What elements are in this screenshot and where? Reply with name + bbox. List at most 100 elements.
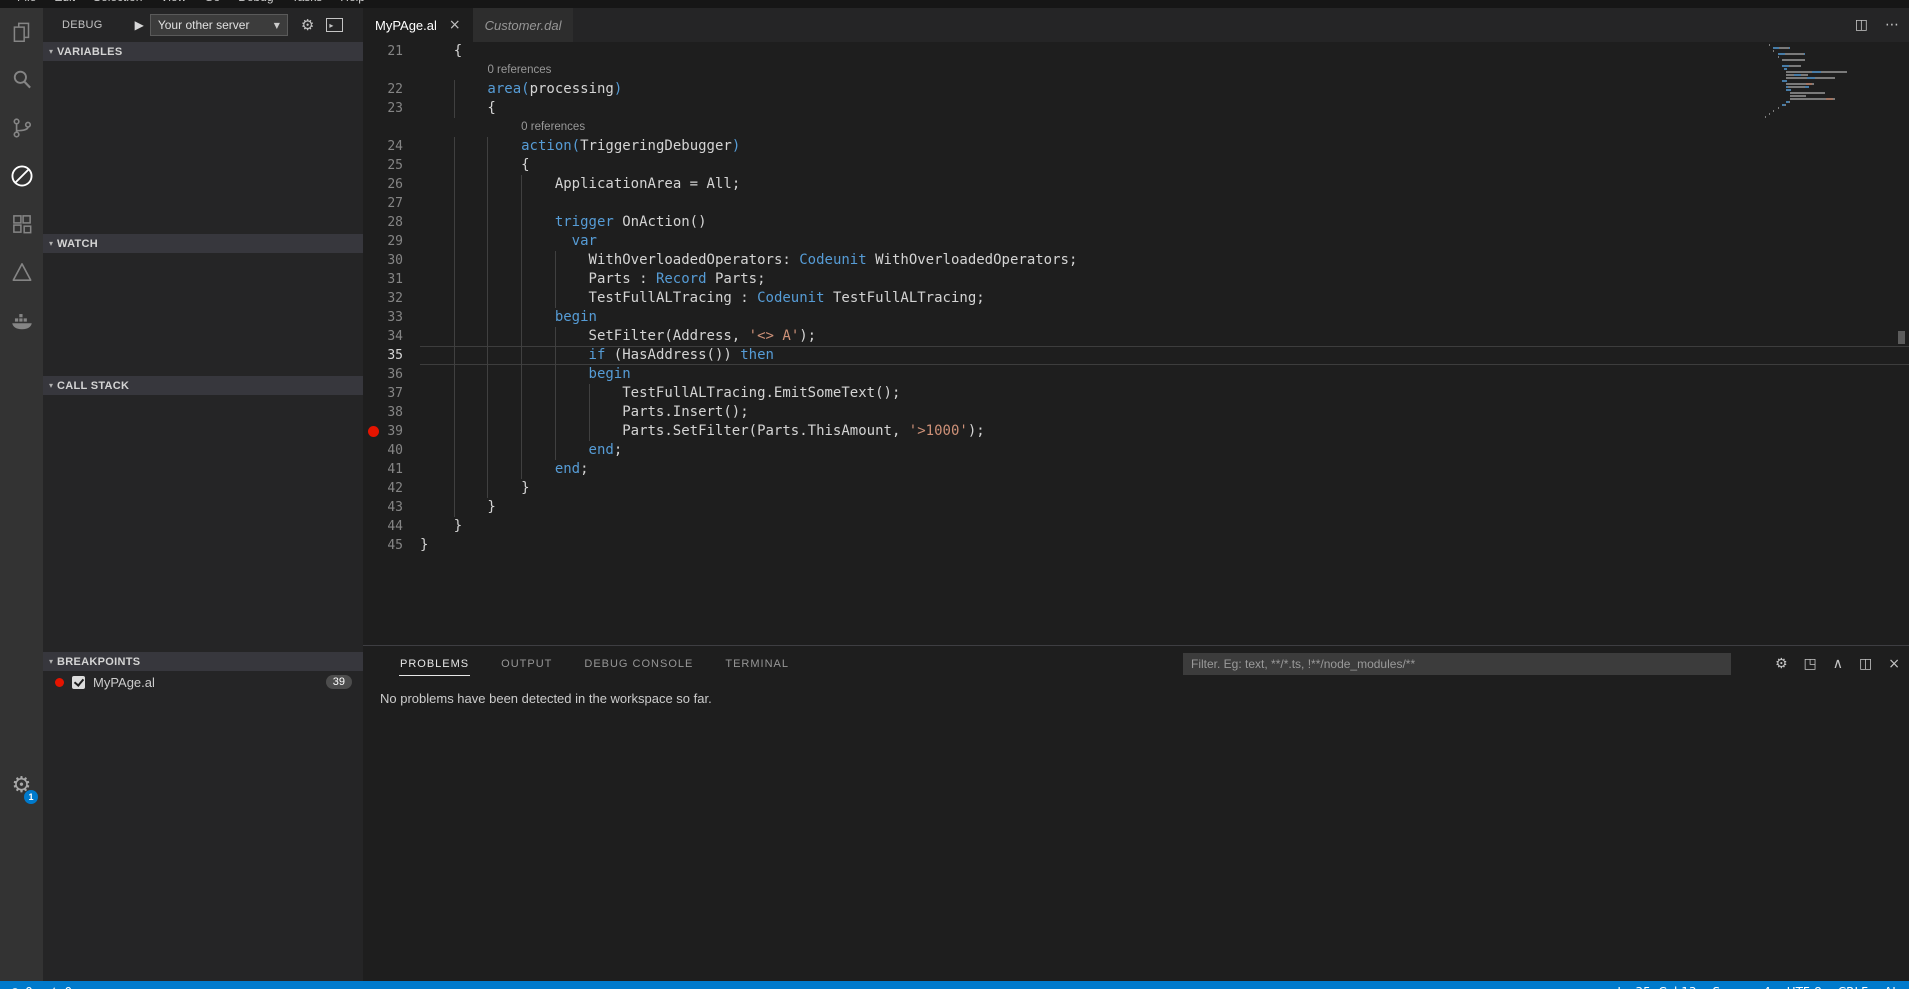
code-line[interactable]: 23{ [363,99,1909,118]
code-line[interactable]: 35if (HasAddress()) then [363,346,1909,365]
code-line[interactable]: 31Parts : Record Parts; [363,270,1909,289]
breakpoint-dot[interactable] [368,426,379,437]
debug-config-dropdown[interactable]: Your other server ▼ [150,14,288,36]
code-line[interactable]: 26ApplicationArea = All; [363,175,1909,194]
explorer-icon[interactable] [0,8,43,56]
editor-gutter[interactable]: 38 [363,403,420,422]
panel-tab-debug-console[interactable]: DEBUG CONSOLE [583,651,694,676]
menu-item-debug[interactable]: Debug [229,0,282,7]
editor-gutter[interactable]: 37 [363,384,420,403]
status-indentation[interactable]: Spaces: 4 [1712,985,1770,989]
code-line[interactable]: 41end; [363,460,1909,479]
menu-item-edit[interactable]: Edit [45,0,84,7]
code-line[interactable]: 39Parts.SetFilter(Parts.ThisAmount, '>10… [363,422,1909,441]
source-control-icon[interactable] [0,104,43,152]
editor-gutter[interactable] [363,61,420,80]
tab-customer-dal[interactable]: Customer.dal [473,8,574,42]
code-line[interactable]: 42} [363,479,1909,498]
status-encoding[interactable]: UTF-8 [1787,985,1822,989]
code-line[interactable]: 43} [363,498,1909,517]
tab-mypage-al[interactable]: MyPAge.al × [363,8,473,42]
code-line[interactable]: 21{ [363,42,1909,61]
search-icon[interactable] [0,56,43,104]
close-icon[interactable]: × [449,17,461,33]
start-debug-button[interactable]: ▶ [135,18,144,32]
problems-filter-input[interactable] [1183,653,1731,675]
codelens-references[interactable]: 0 references [521,118,585,137]
section-header-variables[interactable]: ▾ VARIABLES [43,42,363,61]
section-header-breakpoints[interactable]: ▾ BREAKPOINTS [43,652,363,671]
configure-gear-icon[interactable]: ⚙ [301,16,314,34]
editor-gutter[interactable]: 33 [363,308,420,327]
editor-gutter[interactable]: 40 [363,441,420,460]
manage-gear-icon[interactable]: ⚙ 1 [0,764,43,806]
editor-gutter[interactable]: 22 [363,80,420,99]
section-header-watch[interactable]: ▾ WATCH [43,234,363,253]
code-line[interactable]: 34SetFilter(Address, '<> A'); [363,327,1909,346]
editor-gutter[interactable]: 34 [363,327,420,346]
code-line[interactable]: 30WithOverloadedOperators: Codeunit With… [363,251,1909,270]
editor-gutter[interactable]: 39 [363,422,420,441]
code-line[interactable]: 32TestFullALTracing : Codeunit TestFullA… [363,289,1909,308]
editor-gutter[interactable]: 44 [363,517,420,536]
status-eol[interactable]: CRLF [1838,985,1868,989]
code-editor[interactable]: 21{0 references22area(processing)23{0 re… [363,42,1909,645]
docker-icon[interactable] [0,296,43,344]
menu-item-view[interactable]: View [151,0,195,7]
filter-icon[interactable]: ⚙ [1775,656,1788,672]
code-line[interactable]: 40end; [363,441,1909,460]
editor-gutter[interactable]: 32 [363,289,420,308]
editor-gutter[interactable]: 28 [363,213,420,232]
close-panel-icon[interactable]: × [1888,656,1900,672]
editor-gutter[interactable]: 35 [363,346,420,365]
code-line[interactable]: 22area(processing) [363,80,1909,99]
breakpoint-list-item[interactable]: MyPAge.al 39 [43,671,363,693]
status-errors[interactable]: ⊘0 [10,985,33,989]
editor-gutter[interactable]: 43 [363,498,420,517]
minimap[interactable] [1765,44,1895,604]
editor-gutter[interactable]: 45 [363,536,420,555]
editor-gutter[interactable]: 23 [363,99,420,118]
editor-gutter[interactable]: 27 [363,194,420,213]
menu-item-selection[interactable]: Selection [84,0,151,7]
menu-item-go[interactable]: Go [195,0,229,7]
editor-gutter[interactable]: 36 [363,365,420,384]
panel-tab-terminal[interactable]: TERMINAL [724,651,790,676]
menu-item-tasks[interactable]: Tasks [283,0,332,7]
maximize-panel-icon[interactable]: ∧ [1833,656,1843,672]
code-line[interactable]: 36begin [363,365,1909,384]
editor-gutter[interactable] [363,118,420,137]
editor-gutter[interactable]: 29 [363,232,420,251]
menu-item-file[interactable]: File [8,0,45,7]
panel-tab-output[interactable]: OUTPUT [500,651,553,676]
editor-gutter[interactable]: 30 [363,251,420,270]
editor-gutter[interactable]: 25 [363,156,420,175]
editor-gutter[interactable]: 26 [363,175,420,194]
panel-tab-problems[interactable]: PROBLEMS [399,651,470,676]
code-line[interactable]: 33begin [363,308,1909,327]
editor-gutter[interactable]: 21 [363,42,420,61]
extensions-icon[interactable] [0,200,43,248]
editor-gutter[interactable]: 41 [363,460,420,479]
split-editor-icon[interactable]: ◫ [1855,17,1868,33]
codelens-row[interactable]: 0 references [363,61,1909,80]
menu-item-help[interactable]: Help [331,0,374,7]
al-extension-icon[interactable] [0,248,43,296]
status-warnings[interactable]: ⚠0 [49,985,72,989]
code-line[interactable]: 38Parts.Insert(); [363,403,1909,422]
code-line[interactable]: 44} [363,517,1909,536]
status-cursor-position[interactable]: Ln 35, Col 13 [1617,985,1696,989]
editor-gutter[interactable]: 31 [363,270,420,289]
code-line[interactable]: 27 [363,194,1909,213]
panel-layout-icon[interactable]: ◫ [1859,656,1872,672]
editor-gutter[interactable]: 24 [363,137,420,156]
codelens-row[interactable]: 0 references [363,118,1909,137]
restore-panel-icon[interactable]: ◳ [1804,656,1817,672]
section-header-call-stack[interactable]: ▾ CALL STACK [43,376,363,395]
code-line[interactable]: 28trigger OnAction() [363,213,1909,232]
code-line[interactable]: 37TestFullALTracing.EmitSomeText(); [363,384,1909,403]
debug-icon[interactable] [0,152,43,200]
editor-gutter[interactable]: 42 [363,479,420,498]
status-language[interactable]: AL [1884,985,1899,989]
code-line[interactable]: 24action(TriggeringDebugger) [363,137,1909,156]
